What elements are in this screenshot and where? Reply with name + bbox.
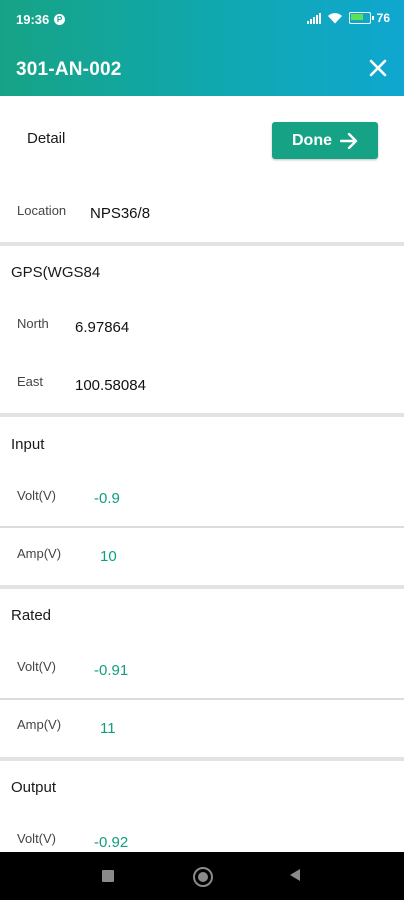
rated-title: Rated [11,607,52,624]
divider [0,585,404,589]
back-icon[interactable] [288,868,302,882]
east-label: East [17,374,44,389]
battery-percent: 76 [376,11,390,25]
input-volt-value: -0.9 [94,490,120,507]
output-volt-value: -0.92 [94,834,129,851]
page-title: 301-AN-002 [16,59,122,80]
rated-volt-value: -0.91 [94,662,129,679]
rated-amp-value: 11 [100,720,116,737]
input-amp-label: Amp(V) [17,546,62,561]
east-value: 100.58084 [75,377,146,394]
detail-heading: Detail [27,130,66,147]
done-button[interactable]: Done [272,122,378,159]
status-time: 19:36 [16,12,50,27]
system-nav-bar [0,852,404,900]
output-volt-label: Volt(V) [17,831,57,846]
output-title: Output [11,779,57,796]
rated-amp-label: Amp(V) [17,717,62,732]
status-right: 76 [306,11,390,25]
location-label: Location [17,203,67,218]
divider [0,413,404,417]
input-amp-value: 10 [100,548,117,565]
input-title: Input [11,436,45,453]
gps-title: GPS(WGS84 [11,264,101,281]
rated-volt-label: Volt(V) [17,659,57,674]
arrow-right-icon [340,132,358,149]
status-bar: 19:36 P 76 [0,0,404,38]
home-icon[interactable] [193,867,213,887]
input-volt-label: Volt(V) [17,488,57,503]
signal-icon [306,12,321,24]
wifi-icon [327,13,342,24]
north-label: North [17,316,49,331]
top-bar: 19:36 P 76 301-AN-002 [0,0,404,96]
divider [0,757,404,761]
recents-icon[interactable] [102,870,114,882]
battery-icon [348,12,374,24]
north-value: 6.97864 [75,319,130,336]
divider [0,698,404,700]
divider [0,242,404,246]
location-value: NPS36/8 [90,205,151,222]
notification-p-icon: P [54,14,65,25]
close-icon[interactable] [366,56,390,80]
done-label: Done [292,131,332,149]
divider [0,526,404,528]
